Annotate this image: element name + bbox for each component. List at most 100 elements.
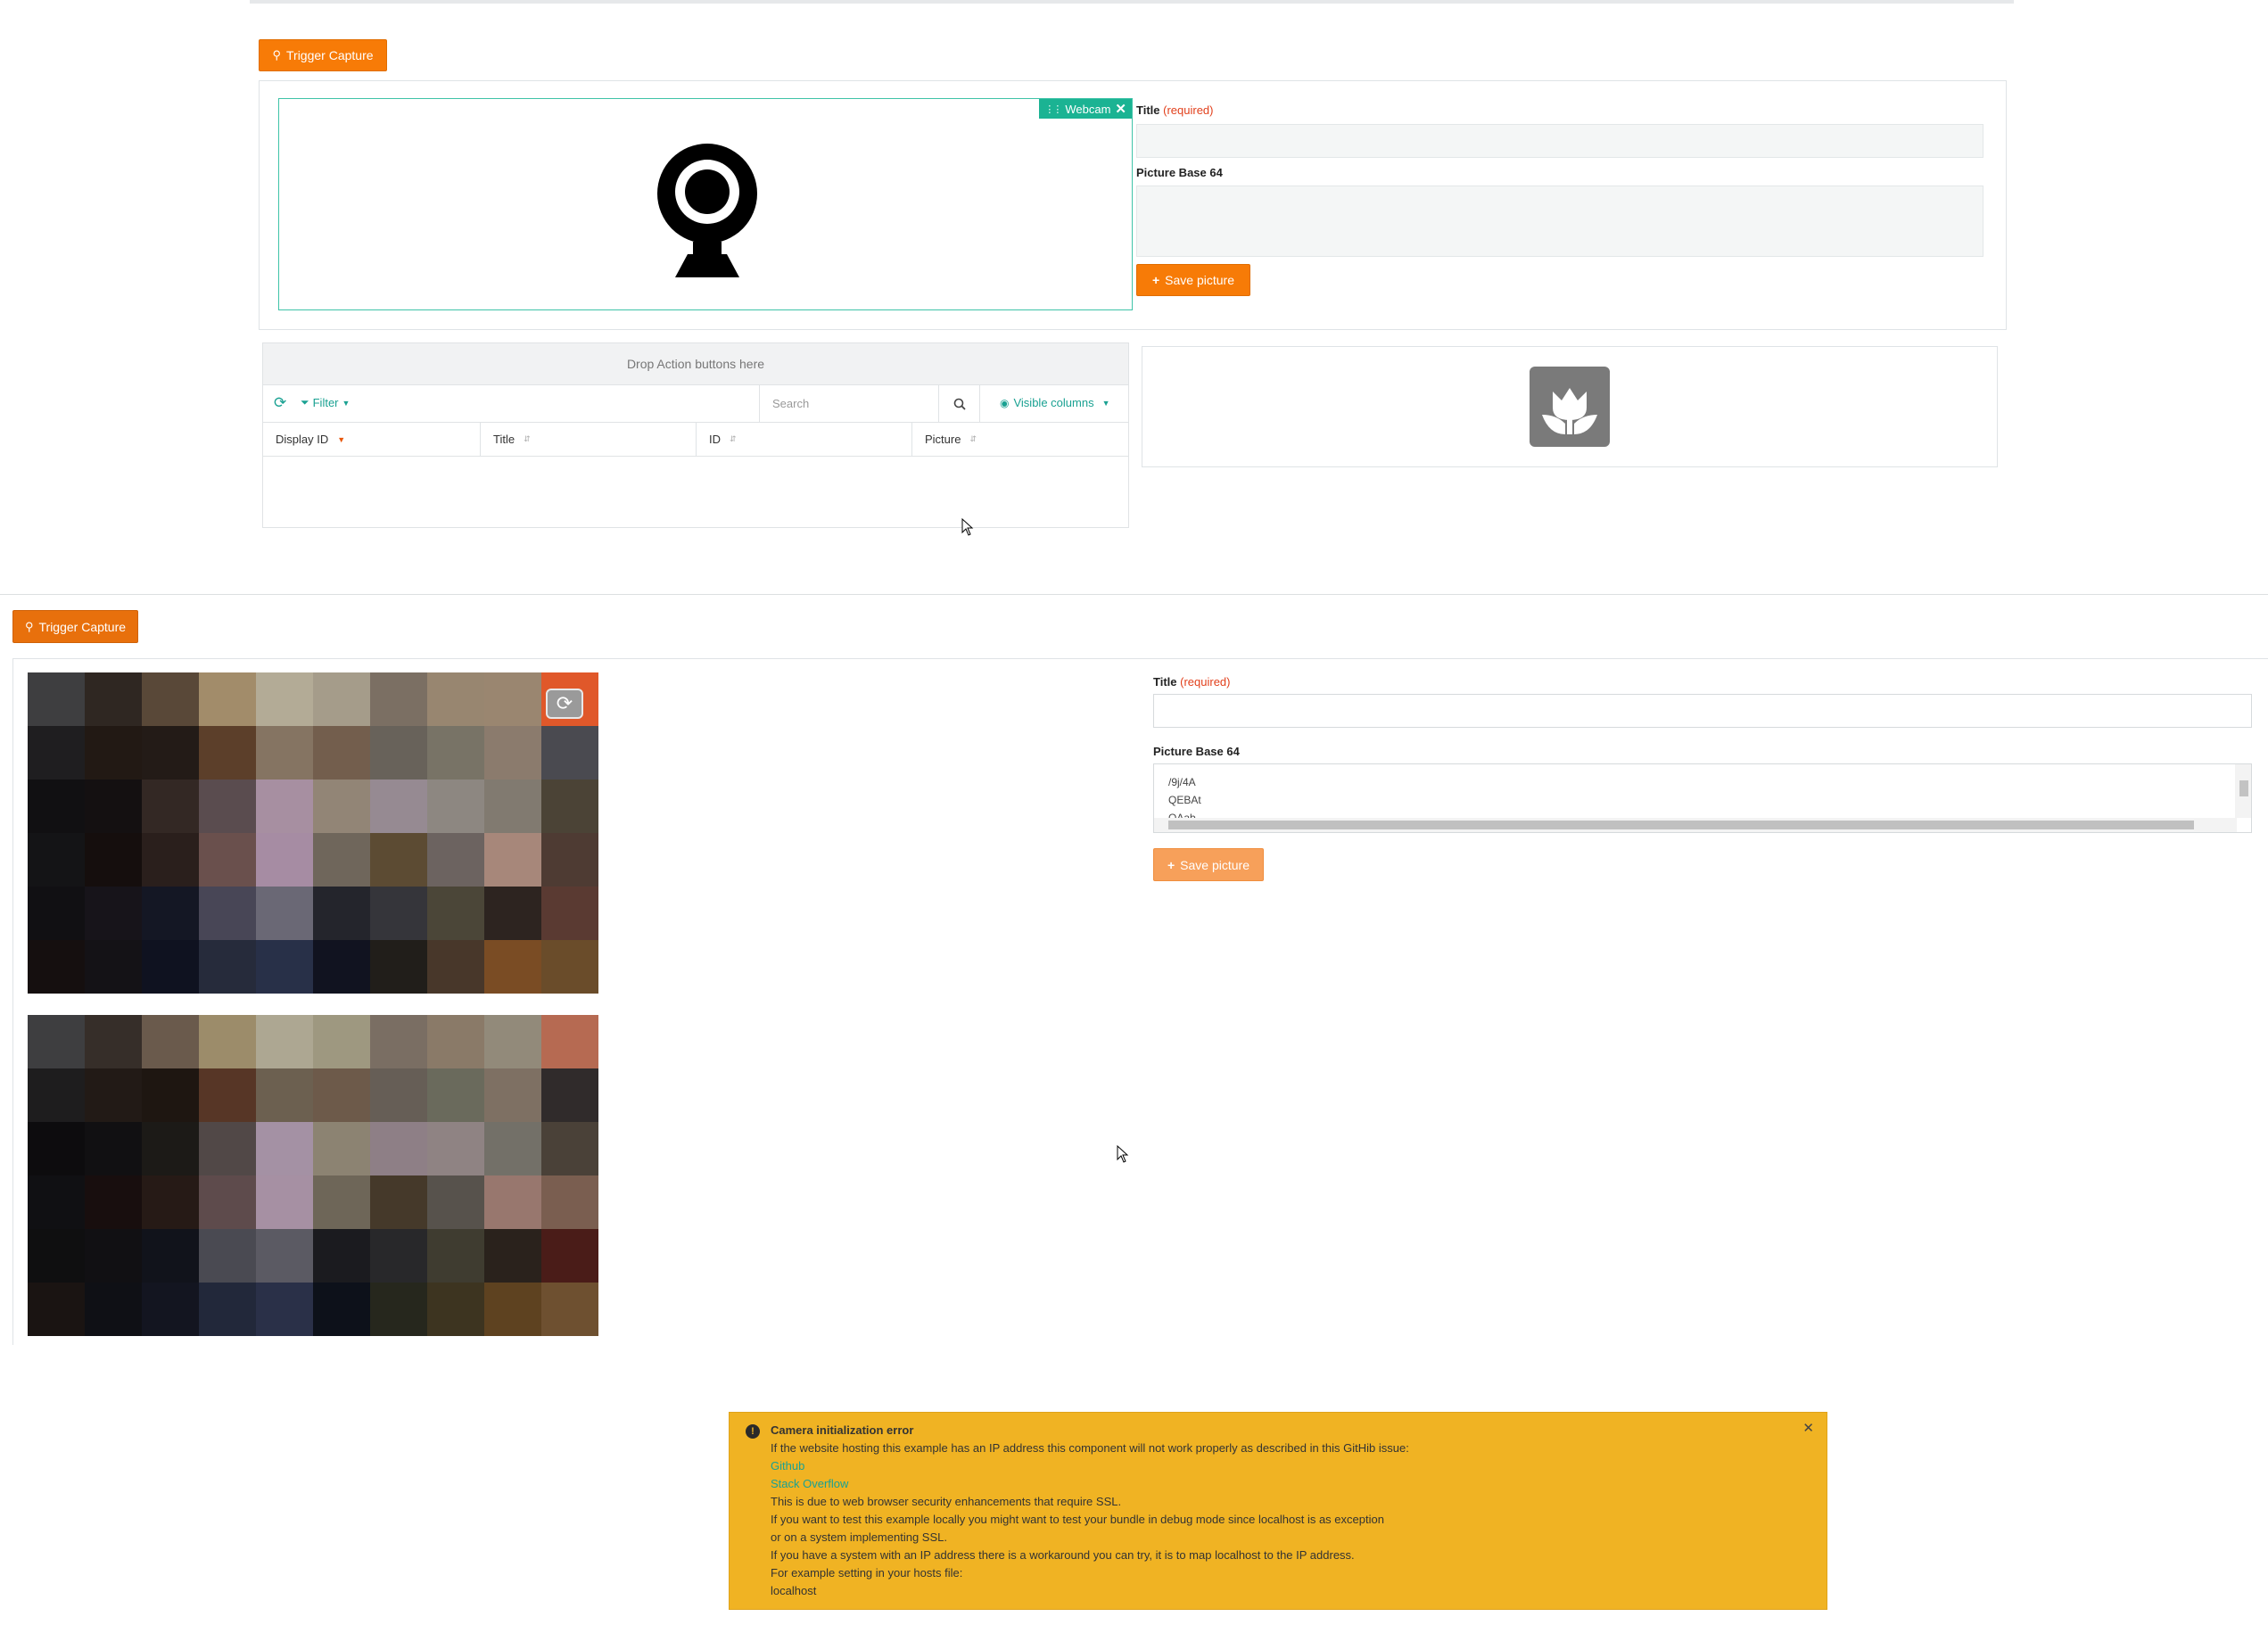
pin-icon: ⚲ xyxy=(24,619,34,633)
filter-dropdown[interactable]: ⏷ Filter ▼ xyxy=(301,396,350,409)
save-picture-button-bottom[interactable]: + Save picture xyxy=(1153,848,1264,881)
pixel-block xyxy=(28,1283,85,1336)
alert-body: Camera initialization error If the websi… xyxy=(771,1422,1796,1600)
pixel-block xyxy=(142,1122,199,1175)
pixel-block xyxy=(541,1283,598,1336)
pixel-block xyxy=(313,1015,370,1068)
pixel-block xyxy=(256,940,313,994)
pixel-block xyxy=(541,1122,598,1175)
alert-line: This is due to web browser security enha… xyxy=(771,1495,1122,1508)
pin-icon: ⚲ xyxy=(272,48,281,62)
captured-snapshot xyxy=(28,1015,598,1336)
visible-columns-dropdown[interactable]: ◉ Visible columns ▼ xyxy=(1000,396,1110,409)
pixel-block xyxy=(85,887,142,940)
camera-live-feed xyxy=(28,672,598,994)
pixel-block xyxy=(370,1175,427,1229)
trigger-capture-label: Trigger Capture xyxy=(286,48,374,62)
vertical-scrollbar[interactable] xyxy=(2235,764,2251,818)
title-input-top[interactable] xyxy=(1136,124,1983,158)
pixel-block xyxy=(484,1122,541,1175)
picture-textarea-bottom[interactable]: /9j/4A QEBAt QAab xyxy=(1153,763,2252,833)
horizontal-scrollbar[interactable] xyxy=(1154,818,2237,832)
alert-line: If you have a system with an IP address … xyxy=(771,1548,1355,1562)
pixel-block xyxy=(313,887,370,940)
pixel-block xyxy=(370,1068,427,1122)
pixel-block xyxy=(484,1175,541,1229)
eye-icon: ◉ xyxy=(1000,396,1010,409)
pixel-block xyxy=(28,1175,85,1229)
column-title[interactable]: Title ⇵ xyxy=(481,423,697,456)
pixel-block xyxy=(484,1283,541,1336)
picture-textarea-top[interactable] xyxy=(1136,186,1983,257)
pixel-block xyxy=(541,726,598,780)
pixel-block xyxy=(427,726,484,780)
column-display-id[interactable]: Display ID ▼ xyxy=(263,423,481,456)
close-icon[interactable]: ✕ xyxy=(1802,1420,1814,1436)
webcam-icon xyxy=(657,144,757,277)
webcam-placeholder[interactable]: ⋮⋮ Webcam ✕ xyxy=(278,98,1133,310)
pixel-block xyxy=(142,726,199,780)
trigger-capture-button-bottom[interactable]: ⚲ Trigger Capture xyxy=(12,610,138,643)
pixel-block xyxy=(199,1122,256,1175)
picture-label-top: Picture Base 64 xyxy=(1136,166,1223,179)
pixel-block xyxy=(427,833,484,887)
pixel-block xyxy=(484,1015,541,1068)
pixel-block xyxy=(256,1015,313,1068)
alert-title: Camera initialization error xyxy=(771,1423,914,1437)
pixel-block xyxy=(541,1175,598,1229)
webcam-tag-label: Webcam xyxy=(1065,102,1111,116)
trigger-capture-button-top[interactable]: ⚲ Trigger Capture xyxy=(259,39,387,71)
webcam-tag[interactable]: ⋮⋮ Webcam ✕ xyxy=(1039,99,1132,119)
column-id[interactable]: ID ⇵ xyxy=(697,423,912,456)
search-input[interactable]: Search xyxy=(759,385,939,422)
close-icon[interactable]: ✕ xyxy=(1115,101,1126,117)
title-input-bottom[interactable] xyxy=(1153,694,2252,728)
pixel-block xyxy=(370,1229,427,1283)
sort-icon: ⇵ xyxy=(969,434,977,443)
plus-icon: + xyxy=(1151,273,1160,287)
pixel-block xyxy=(199,726,256,780)
pixel-block xyxy=(484,833,541,887)
pixel-block xyxy=(256,1068,313,1122)
drag-handle-icon: ⋮⋮ xyxy=(1044,103,1062,115)
pixel-block xyxy=(199,1068,256,1122)
pixel-block xyxy=(484,940,541,994)
pixel-block xyxy=(313,833,370,887)
alert-line: For example setting in your hosts file: xyxy=(771,1566,963,1580)
pixel-block xyxy=(370,940,427,994)
pixel-block xyxy=(313,1283,370,1336)
pixel-block xyxy=(142,1015,199,1068)
pixel-block xyxy=(370,1122,427,1175)
search-icon xyxy=(953,398,966,410)
pixel-block xyxy=(256,726,313,780)
pixel-block xyxy=(427,1122,484,1175)
github-link[interactable]: Github xyxy=(771,1457,1796,1475)
pixel-block xyxy=(85,780,142,833)
save-picture-button-top[interactable]: + Save picture xyxy=(1136,264,1250,296)
pixel-block xyxy=(142,672,199,726)
pixel-block xyxy=(313,672,370,726)
column-picture[interactable]: Picture ⇵ xyxy=(912,423,1128,456)
pixel-block xyxy=(484,672,541,726)
pixel-block xyxy=(484,1068,541,1122)
refresh-icon[interactable]: ⟳ xyxy=(274,394,286,412)
pixel-block xyxy=(484,780,541,833)
pixel-block xyxy=(427,780,484,833)
stackoverflow-link[interactable]: Stack Overflow xyxy=(771,1475,1796,1493)
section-divider xyxy=(0,594,2268,595)
pixel-block xyxy=(28,1122,85,1175)
pixel-block xyxy=(85,726,142,780)
pixel-block xyxy=(256,887,313,940)
camera-switch-button[interactable]: ⟳ xyxy=(546,689,583,719)
pixel-block xyxy=(370,887,427,940)
pixel-block xyxy=(199,940,256,994)
pixel-block xyxy=(199,1015,256,1068)
grid-toolbar: ⟳ ⏷ Filter ▼ Search ◉ Visible columns ▼ xyxy=(262,385,1129,423)
sort-desc-icon: ▼ xyxy=(337,434,346,444)
search-button[interactable] xyxy=(939,385,980,422)
pixel-block xyxy=(256,1229,313,1283)
exclamation-icon: ! xyxy=(746,1424,760,1439)
pixel-block xyxy=(85,1283,142,1336)
pixel-block xyxy=(28,887,85,940)
pixel-block xyxy=(541,780,598,833)
